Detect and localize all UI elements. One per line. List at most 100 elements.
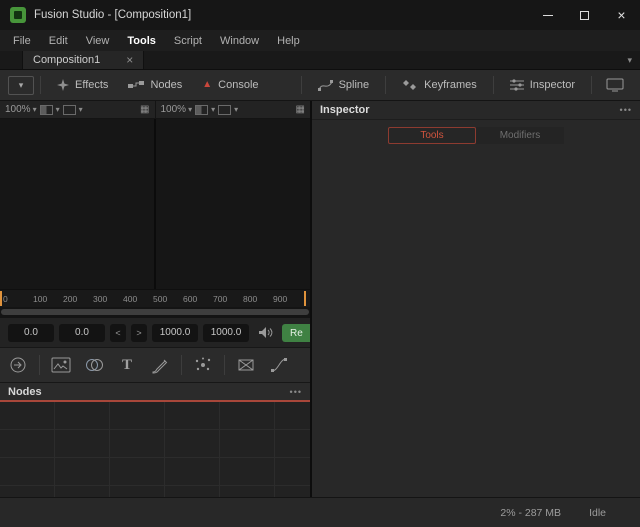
viewer1-zoom-select[interactable]: 100% ▾ — [5, 104, 37, 115]
menu-window[interactable]: Window — [211, 30, 268, 51]
mask-tool-icon[interactable] — [234, 354, 258, 376]
tab-list-caret-icon[interactable]: ▾ — [627, 55, 640, 66]
nodes-panel-menu-icon[interactable]: ••• — [290, 387, 302, 397]
current-time-field[interactable]: 0.0 — [8, 323, 54, 342]
spline-label: Spline — [338, 79, 370, 91]
render-button[interactable]: Re — [282, 324, 310, 342]
chevron-down-icon[interactable]: ▾ — [79, 105, 83, 114]
paint-tool-icon[interactable] — [148, 354, 172, 376]
toolbar-separator — [385, 76, 387, 94]
inspector-tabs: Tools Modifiers — [312, 120, 640, 150]
chevron-down-icon[interactable]: ▾ — [234, 105, 238, 114]
console-warning-icon: ▲ — [202, 79, 213, 90]
maximize-button[interactable] — [566, 0, 603, 30]
menu-file[interactable]: File — [4, 30, 40, 51]
window-controls: × — [529, 0, 640, 30]
tabbar: Composition1 × ▾ — [0, 51, 640, 70]
inspector-panel-header: Inspector ••• — [312, 101, 640, 120]
inspector-panel-title: Inspector — [320, 104, 370, 116]
nodes-panel-header: Nodes ••• — [0, 383, 310, 402]
main-area: 100% ▾ ▾ ▾ ▦ 100% ▾ ▾ ▾ ▦ 0 100 200 300 … — [0, 101, 640, 497]
tab-modifiers[interactable]: Modifiers — [476, 126, 564, 144]
viewer1-channel-icon[interactable] — [62, 104, 76, 115]
viewer2-channel-icon[interactable] — [218, 104, 232, 115]
tool-separator — [39, 355, 40, 375]
menu-help[interactable]: Help — [268, 30, 309, 51]
viewer2-controls: 100% ▾ ▾ ▾ ▦ — [154, 101, 311, 118]
range-start-field[interactable]: 0.0 — [59, 323, 105, 342]
ruler-tick: 500 — [153, 294, 168, 304]
step-forward-button[interactable]: > — [131, 323, 147, 342]
fusion-window: Fusion Studio - [Composition1] × File Ed… — [0, 0, 640, 527]
media-in-tool-icon[interactable] — [49, 354, 73, 376]
chevron-down-icon[interactable]: ▾ — [56, 105, 60, 114]
viewer-area — [0, 119, 310, 289]
dual-screen-button[interactable] — [598, 70, 632, 100]
spline-button[interactable]: Spline — [308, 70, 380, 100]
fusion-logo-glyph — [14, 11, 22, 19]
keyframes-button[interactable]: Keyframes — [392, 70, 487, 100]
nodes-button[interactable]: Nodes — [118, 70, 192, 100]
time-ruler[interactable]: 0 100 200 300 400 500 600 700 800 900 — [0, 289, 310, 307]
chevron-down-icon: ▾ — [32, 105, 37, 114]
audio-mute-button[interactable] — [258, 326, 273, 339]
chevron-down-icon[interactable]: ▾ — [211, 105, 215, 114]
io-node-tool-icon[interactable] — [6, 354, 30, 376]
viewer2-layout-grid-icon[interactable]: ▦ — [296, 104, 305, 115]
render-range-end-marker[interactable] — [304, 291, 306, 306]
chevron-down-icon: ▾ — [18, 79, 24, 90]
menu-tools[interactable]: Tools — [118, 30, 165, 51]
timeline-scrollbar[interactable] — [1, 309, 309, 315]
tab-close-icon[interactable]: × — [126, 53, 133, 67]
spline-icon — [317, 79, 333, 91]
menu-edit[interactable]: Edit — [40, 30, 77, 51]
ruler-tick: 600 — [183, 294, 198, 304]
tab-label: Composition1 — [33, 54, 101, 66]
tab-composition1[interactable]: Composition1 × — [22, 51, 145, 69]
effects-icon — [57, 79, 69, 91]
inspector-panel-menu-icon[interactable]: ••• — [620, 105, 632, 115]
minimize-button[interactable] — [529, 0, 566, 30]
menu-view[interactable]: View — [77, 30, 119, 51]
render-range-start-marker[interactable] — [0, 291, 2, 306]
toolbar-separator — [40, 76, 41, 94]
nodes-label: Nodes — [150, 79, 183, 91]
global-end-field[interactable]: 1000.0 — [203, 323, 249, 342]
inspector-icon — [509, 79, 524, 91]
effects-label: Effects — [75, 79, 109, 91]
viewer1-layout-grid-icon[interactable]: ▦ — [140, 104, 149, 115]
inspector-body — [312, 150, 640, 497]
viewer-2[interactable] — [156, 119, 310, 289]
inspector-button[interactable]: Inspector — [500, 70, 585, 100]
menu-script[interactable]: Script — [165, 30, 211, 51]
close-button[interactable]: × — [603, 0, 640, 30]
titlebar[interactable]: Fusion Studio - [Composition1] × — [0, 0, 640, 30]
viewer2-zoom-select[interactable]: 100% ▾ — [161, 104, 193, 115]
fusion-logo-icon — [10, 7, 26, 23]
range-end-field[interactable]: 1000.0 — [152, 323, 198, 342]
timeline-scroll-area — [0, 307, 310, 317]
tool-separator — [224, 355, 225, 375]
inspector-label: Inspector — [529, 79, 575, 91]
viewer2-ab-buffer-icon[interactable] — [195, 104, 209, 115]
text-tool-icon[interactable]: T — [115, 354, 139, 376]
keyframes-label: Keyframes — [424, 79, 477, 91]
step-back-button[interactable]: < — [110, 323, 126, 342]
monitor-icon — [606, 78, 624, 92]
viewer1-ab-buffer-icon[interactable] — [39, 104, 53, 115]
console-button[interactable]: ▲ Console — [192, 70, 268, 100]
nodes-panel-title: Nodes — [8, 385, 42, 398]
node-editor-canvas[interactable] — [0, 402, 310, 497]
merge-tool-icon[interactable] — [82, 354, 106, 376]
particles-tool-icon[interactable] — [191, 354, 215, 376]
toolbar-separator — [591, 76, 592, 94]
viewer-1[interactable] — [0, 119, 154, 289]
memory-usage: 2% - 287 MB — [500, 506, 562, 519]
main-toolbar: ▾ Effects Nodes ▲ Console Spline Keyfram… — [0, 70, 640, 101]
ruler-tick: 700 — [213, 294, 228, 304]
color-curves-tool-icon[interactable] — [267, 354, 291, 376]
keyframes-icon — [403, 80, 417, 90]
toolbar-collapse-button[interactable]: ▾ — [8, 75, 34, 95]
effects-button[interactable]: Effects — [47, 70, 118, 100]
tab-tools[interactable]: Tools — [388, 126, 476, 144]
